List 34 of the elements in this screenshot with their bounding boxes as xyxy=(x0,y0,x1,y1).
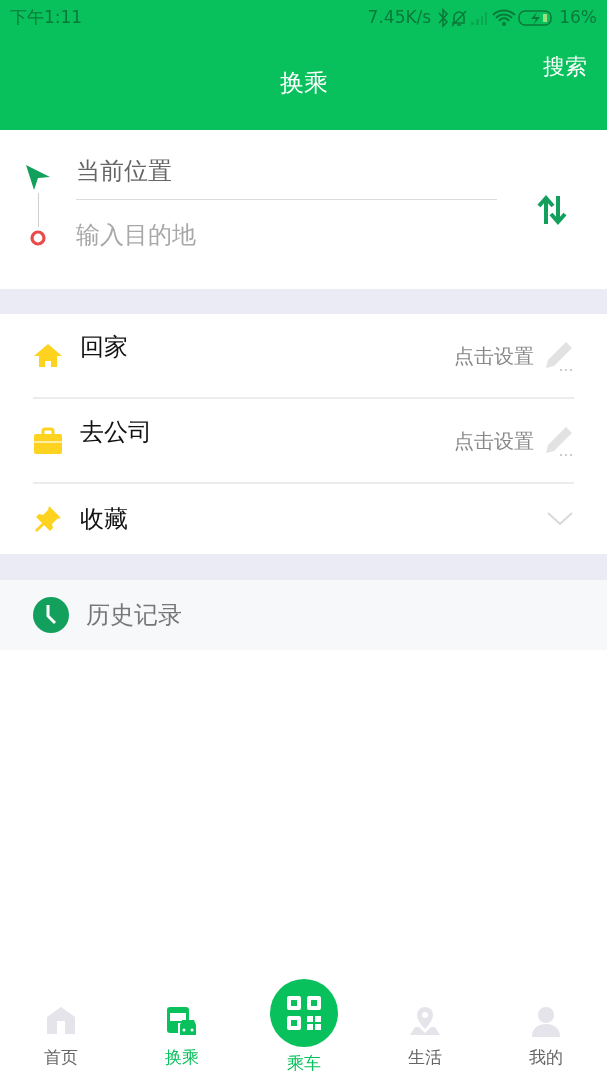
set-hint: 点击设置 xyxy=(454,427,534,455)
item-label: 回家 xyxy=(80,332,128,363)
history-label: 历史记录 xyxy=(86,600,182,631)
clock-icon xyxy=(33,597,69,633)
swap-arrows-icon xyxy=(537,193,567,226)
tab-item[interactable]: 首页 xyxy=(0,1004,122,1070)
screen-title: 换乘 xyxy=(279,68,328,99)
quick-item[interactable]: 回家 点击设置 xyxy=(33,314,574,399)
origin-field[interactable]: 当前位置 xyxy=(76,142,497,200)
quick-item[interactable]: 去公司 点击设置 xyxy=(33,399,574,484)
battery-percent: 16% xyxy=(559,6,597,30)
network-speed: 7.45K/s xyxy=(367,6,432,30)
qr-code-icon xyxy=(286,995,321,1030)
wifi-icon xyxy=(491,8,518,28)
navigation-arrow-icon xyxy=(24,163,52,191)
item-label: 去公司 xyxy=(80,417,152,448)
quick-item[interactable]: 收藏 xyxy=(33,484,574,554)
tab-label: 首页 xyxy=(43,1045,78,1069)
tab-label: 生活 xyxy=(407,1045,442,1069)
history-row[interactable]: 历史记录 xyxy=(0,580,607,650)
chevron-icon[interactable] xyxy=(546,511,574,527)
destination-field[interactable]: 输入目的地 xyxy=(76,200,497,270)
status-time: 下午1:11 xyxy=(10,6,83,30)
destination-dot-icon xyxy=(29,229,47,247)
favorites-place-icon xyxy=(33,504,63,534)
tab-label: 我的 xyxy=(529,1045,564,1069)
tab-item[interactable]: 我的 xyxy=(485,1004,607,1070)
tab-item[interactable]: 生活 xyxy=(364,1004,486,1070)
item-label: 收藏 xyxy=(80,504,128,535)
set-hint: 点击设置 xyxy=(454,342,534,370)
tab-label: 换乘 xyxy=(165,1045,200,1069)
muted-bell-icon xyxy=(449,8,470,28)
bluetooth-icon xyxy=(437,8,450,28)
work-place-icon xyxy=(33,425,63,456)
